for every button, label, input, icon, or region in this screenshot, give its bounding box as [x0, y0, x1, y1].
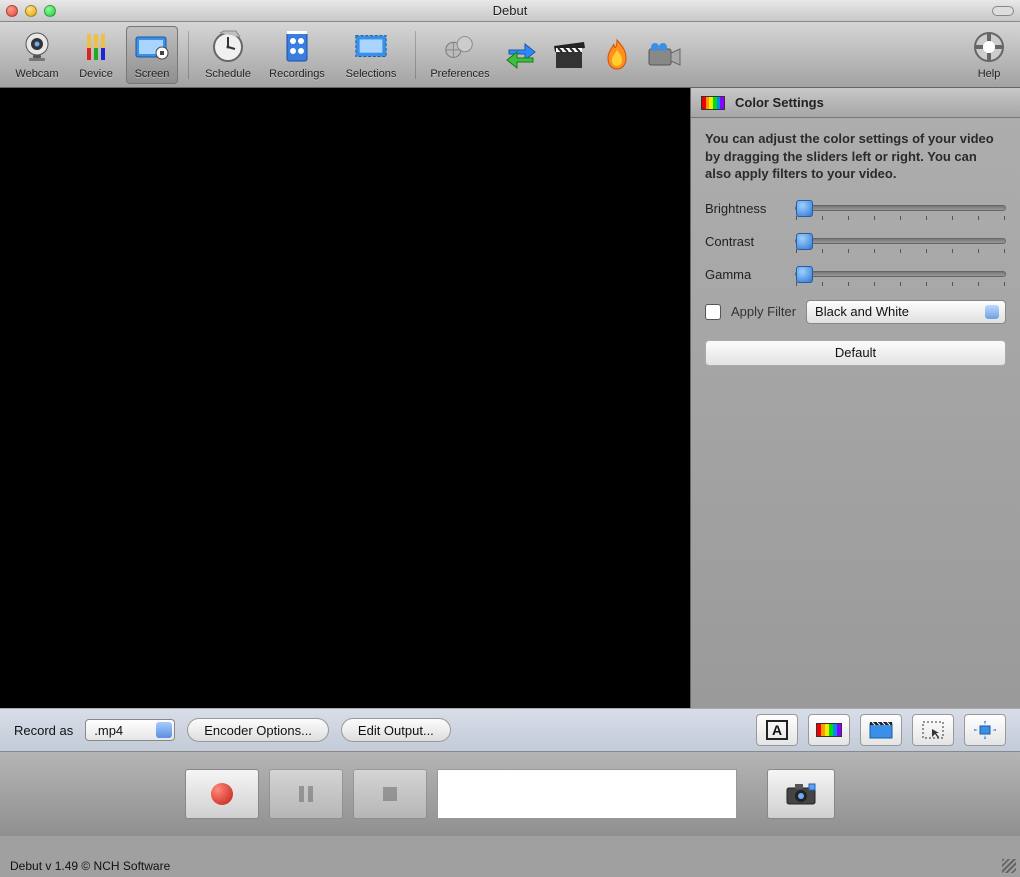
slider-thumb[interactable]	[796, 266, 813, 283]
panel-header: Color Settings	[691, 88, 1020, 118]
text-overlay-button[interactable]: A	[756, 714, 798, 746]
schedule-icon	[210, 29, 246, 65]
monitor-clapper-icon	[868, 720, 894, 740]
encoder-options-button[interactable]: Encoder Options...	[187, 718, 329, 742]
edit-output-button[interactable]: Edit Output...	[341, 718, 451, 742]
format-select[interactable]: .mp4	[85, 719, 175, 741]
footer: Debut v 1.49 © NCH Software	[0, 855, 1020, 877]
toolbar-label: Recordings	[269, 68, 325, 80]
stop-icon	[381, 785, 399, 803]
main-area: Color Settings You can adjust the color …	[0, 88, 1020, 708]
panel-description: You can adjust the color settings of you…	[705, 130, 1006, 183]
stop-button[interactable]	[353, 769, 427, 819]
toolbar-webcam[interactable]: Webcam	[8, 26, 66, 84]
titlebar-pill[interactable]	[992, 6, 1014, 16]
record-as-label: Record as	[14, 723, 73, 738]
panel-title: Color Settings	[735, 95, 824, 110]
recordings-icon	[279, 29, 315, 65]
contrast-label: Contrast	[705, 234, 795, 249]
color-settings-panel: Color Settings You can adjust the color …	[690, 88, 1020, 708]
default-button[interactable]: Default	[705, 340, 1006, 366]
region-select-button[interactable]	[912, 714, 954, 746]
color-settings-button[interactable]	[808, 714, 850, 746]
toolbar-label: Device	[79, 68, 113, 80]
help-icon	[971, 29, 1007, 65]
toolbar-label: Screen	[135, 68, 170, 80]
toolbar-help[interactable]: Help	[966, 26, 1012, 84]
filter-select-value: Black and White	[815, 304, 909, 319]
pause-icon	[296, 784, 316, 804]
encoder-options-label: Encoder Options...	[204, 723, 312, 738]
toolbar-label: Preferences	[430, 68, 489, 80]
close-window-button[interactable]	[6, 5, 18, 17]
device-icon	[78, 29, 114, 65]
camcorder-icon	[647, 41, 683, 69]
color-bars-icon	[701, 96, 725, 110]
camera-icon	[783, 780, 819, 808]
toolbar-sync[interactable]	[500, 26, 542, 84]
preferences-icon	[442, 29, 478, 65]
toolbar: Webcam Device Screen Schedule Recordings…	[0, 22, 1020, 88]
selections-icon	[353, 29, 389, 65]
toolbar-preferences[interactable]: Preferences	[426, 26, 494, 84]
titlebar: Debut	[0, 0, 1020, 22]
toolbar-burn[interactable]	[596, 26, 638, 84]
fullscreen-button[interactable]	[964, 714, 1006, 746]
record-icon	[211, 783, 233, 805]
selection-cursor-icon	[921, 720, 945, 740]
slider-thumb[interactable]	[796, 200, 813, 217]
brightness-label: Brightness	[705, 201, 795, 216]
window-title: Debut	[493, 3, 528, 18]
gamma-slider[interactable]	[795, 271, 1006, 277]
svg-text:A: A	[772, 722, 782, 738]
color-bars-icon	[816, 723, 842, 737]
record-button[interactable]	[185, 769, 259, 819]
default-button-label: Default	[835, 345, 876, 360]
toolbar-label: Selections	[346, 68, 397, 80]
apply-filter-label: Apply Filter	[731, 304, 796, 319]
toolbar-recordings[interactable]: Recordings	[263, 26, 331, 84]
arrows-exchange-icon	[503, 40, 539, 70]
screen-icon	[134, 29, 170, 65]
gamma-label: Gamma	[705, 267, 795, 282]
apply-filter-checkbox[interactable]	[705, 304, 721, 320]
toolbar-camera[interactable]	[644, 26, 686, 84]
format-value: .mp4	[94, 723, 123, 738]
toolbar-label: Webcam	[15, 68, 58, 80]
edit-output-label: Edit Output...	[358, 723, 434, 738]
toolbar-screen[interactable]: Screen	[126, 26, 178, 84]
slider-thumb[interactable]	[796, 233, 813, 250]
minimize-window-button[interactable]	[25, 5, 37, 17]
zoom-window-button[interactable]	[44, 5, 56, 17]
snapshot-button[interactable]	[767, 769, 835, 819]
pause-button[interactable]	[269, 769, 343, 819]
toolbar-label: Help	[978, 68, 1001, 80]
contrast-slider[interactable]	[795, 238, 1006, 244]
options-bar: Record as .mp4 Encoder Options... Edit O…	[0, 708, 1020, 752]
toolbar-selections[interactable]: Selections	[337, 26, 405, 84]
footer-text: Debut v 1.49 © NCH Software	[10, 859, 170, 873]
toolbar-schedule[interactable]: Schedule	[199, 26, 257, 84]
toolbar-separator	[188, 31, 189, 79]
control-bar	[0, 752, 1020, 836]
webcam-icon	[19, 29, 55, 65]
status-display	[437, 769, 737, 819]
toolbar-label: Schedule	[205, 68, 251, 80]
expand-icon	[972, 719, 998, 741]
resize-grip[interactable]	[1002, 859, 1016, 873]
toolbar-clapper[interactable]	[548, 26, 590, 84]
video-settings-button[interactable]	[860, 714, 902, 746]
traffic-lights	[6, 5, 56, 17]
video-preview	[0, 88, 690, 708]
flame-icon	[602, 38, 632, 72]
filter-select[interactable]: Black and White	[806, 300, 1006, 324]
clapperboard-icon	[552, 40, 586, 70]
text-icon: A	[766, 720, 788, 740]
toolbar-device[interactable]: Device	[72, 26, 120, 84]
brightness-slider[interactable]	[795, 205, 1006, 211]
toolbar-separator	[415, 31, 416, 79]
